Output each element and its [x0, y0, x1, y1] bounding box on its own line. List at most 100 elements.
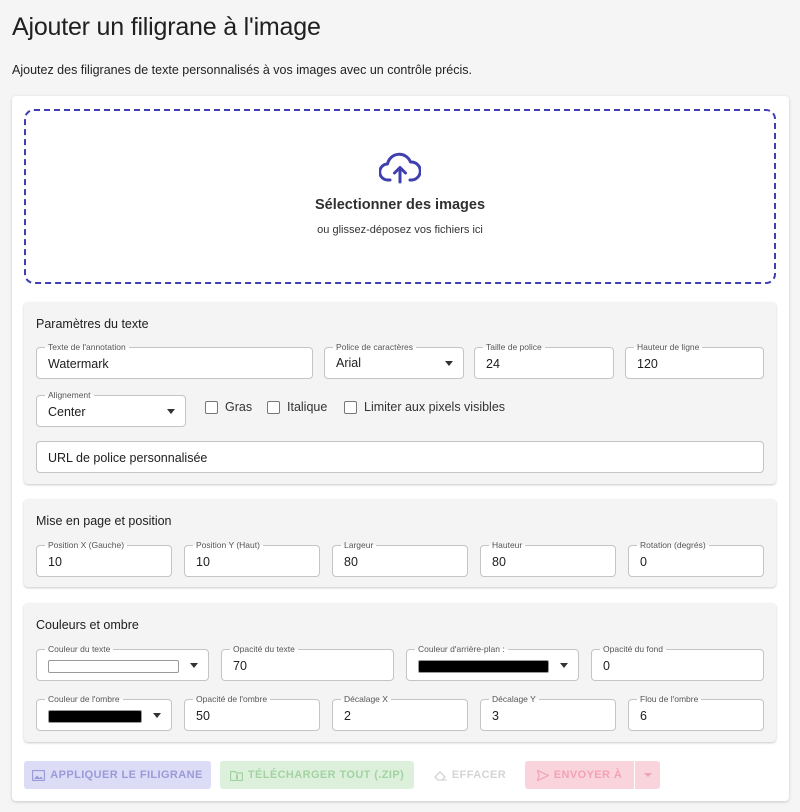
- limit-visible-pixels-checkbox[interactable]: Limiter aux pixels visibles: [344, 400, 505, 414]
- field-value: 70: [233, 659, 247, 673]
- send-to-dropdown-button[interactable]: [635, 761, 660, 789]
- dropdown-arrow-icon: [560, 663, 568, 668]
- text-opacity-input[interactable]: Opacité du texte 70: [221, 644, 394, 681]
- send-to-button[interactable]: ENVOYER À: [525, 761, 634, 789]
- position-x-input[interactable]: Position X (Gauche) 10: [36, 540, 172, 577]
- line-height-input[interactable]: Hauteur de ligne 120: [625, 342, 764, 379]
- field-label: Opacité du texte: [230, 644, 298, 654]
- field-label: Texte de l'annotation: [45, 342, 129, 352]
- colors-section: Couleurs et ombre Couleur du texte Opaci…: [24, 603, 776, 742]
- page-subtitle: Ajoutez des filigranes de texte personna…: [12, 63, 472, 77]
- button-label: APPLIQUER LE FILIGRANE: [50, 769, 203, 781]
- field-value: 3: [492, 709, 499, 723]
- button-label: TÉLÉCHARGER TOUT (.ZIP): [247, 769, 405, 781]
- checkbox-label: Limiter aux pixels visibles: [364, 400, 506, 414]
- font-size-input[interactable]: Taille de police 24: [474, 342, 614, 379]
- section-title-text-params: Paramètres du texte: [36, 317, 149, 331]
- page-title: Ajouter un filigrane à l'image: [12, 13, 321, 41]
- field-label: Rotation (degrés): [637, 540, 709, 550]
- field-value: 50: [196, 709, 210, 723]
- dropdown-arrow-icon: [445, 361, 453, 366]
- checkbox-label: Italique: [287, 400, 328, 414]
- field-label: Décalage X: [341, 694, 391, 704]
- field-label: Hauteur: [489, 540, 526, 550]
- text-params-section: Paramètres du texte Texte de l'annotatio…: [24, 302, 776, 484]
- send-icon: [536, 769, 549, 781]
- field-label: Flou de l'ombre: [637, 694, 702, 704]
- image-icon: [32, 769, 46, 781]
- chevron-down-icon: [643, 773, 652, 777]
- download-all-zip-button[interactable]: TÉLÉCHARGER TOUT (.ZIP): [220, 761, 414, 789]
- field-value: 80: [492, 555, 506, 569]
- text-color-picker[interactable]: Couleur du texte: [36, 644, 209, 681]
- shadow-opacity-input[interactable]: Opacité de l'ombre 50: [184, 694, 320, 731]
- background-color-swatch: [418, 660, 549, 673]
- field-value: 10: [196, 555, 210, 569]
- dropdown-arrow-icon: [190, 663, 198, 668]
- field-label: Couleur de l'ombre: [45, 694, 123, 704]
- field-label: Couleur d'arrière-plan :: [415, 644, 508, 654]
- field-label: Opacité de l'ombre: [193, 694, 271, 704]
- dropdown-arrow-icon: [153, 713, 161, 718]
- field-label: Opacité du fond: [600, 644, 667, 654]
- checkbox-box[interactable]: [344, 400, 357, 414]
- shadow-color-picker[interactable]: Couleur de l'ombre: [36, 694, 172, 731]
- background-color-picker[interactable]: Couleur d'arrière-plan :: [406, 644, 579, 681]
- field-value: Arial: [336, 356, 362, 370]
- field-value: 0: [640, 555, 647, 569]
- field-value: Center: [48, 405, 86, 419]
- field-label: Police de caractères: [333, 342, 417, 352]
- position-y-input[interactable]: Position Y (Haut) 10: [184, 540, 320, 577]
- field-label: Position Y (Haut): [193, 540, 263, 550]
- field-label: Alignement: [45, 390, 94, 400]
- dropdown-arrow-icon: [167, 409, 175, 414]
- bold-checkbox[interactable]: Gras: [205, 400, 252, 414]
- field-value: Watermark: [48, 357, 109, 371]
- section-title-layout: Mise en page et position: [36, 514, 172, 528]
- italic-checkbox[interactable]: Italique: [267, 400, 327, 414]
- field-label: Hauteur de ligne: [634, 342, 703, 352]
- checkbox-box[interactable]: [205, 400, 218, 414]
- annotation-text-input[interactable]: Texte de l'annotation Watermark: [36, 342, 313, 379]
- offset-x-input[interactable]: Décalage X 2: [332, 694, 468, 731]
- offset-y-input[interactable]: Décalage Y 3: [480, 694, 616, 731]
- dropzone-title: Sélectionner des images: [314, 197, 486, 213]
- field-label: Taille de police: [483, 342, 545, 352]
- field-value: 120: [637, 357, 658, 371]
- clear-button[interactable]: EFFACER: [424, 761, 516, 789]
- field-label: Largeur: [341, 540, 377, 550]
- field-value: 6: [640, 709, 647, 723]
- rotation-input[interactable]: Rotation (degrés) 0: [628, 540, 764, 577]
- font-select[interactable]: Police de caractères Arial: [324, 342, 464, 379]
- eraser-icon: [434, 770, 447, 781]
- apply-watermark-button[interactable]: APPLIQUER LE FILIGRANE: [24, 761, 211, 789]
- field-label: Décalage Y: [489, 694, 539, 704]
- cloud-upload-icon: [379, 152, 421, 184]
- checkbox-label: Gras: [225, 400, 253, 414]
- field-placeholder: URL de police personnalisée: [48, 451, 208, 465]
- layout-section: Mise en page et position Position X (Gau…: [24, 499, 776, 587]
- field-label: Couleur du texte: [45, 644, 114, 654]
- alignment-select[interactable]: Alignement Center: [36, 390, 186, 427]
- custom-font-url-input[interactable]: URL de police personnalisée: [36, 441, 764, 473]
- checkbox-box[interactable]: [267, 400, 280, 414]
- image-dropzone[interactable]: Sélectionner des images ou glissez-dépos…: [24, 109, 776, 284]
- button-label: EFFACER: [451, 769, 507, 781]
- field-value: 0: [603, 659, 610, 673]
- shadow-color-swatch: [48, 710, 142, 723]
- width-input[interactable]: Largeur 80: [332, 540, 468, 577]
- main-card: Sélectionner des images ou glissez-dépos…: [12, 96, 789, 801]
- background-opacity-input[interactable]: Opacité du fond 0: [591, 644, 764, 681]
- field-value: 24: [486, 357, 500, 371]
- field-value: 10: [48, 555, 62, 569]
- button-label: ENVOYER À: [553, 769, 623, 781]
- folder-zip-icon: [229, 770, 243, 781]
- field-value: 2: [344, 709, 351, 723]
- section-title-colors: Couleurs et ombre: [36, 618, 139, 632]
- shadow-blur-input[interactable]: Flou de l'ombre 6: [628, 694, 764, 731]
- field-label: Position X (Gauche): [45, 540, 128, 550]
- height-input[interactable]: Hauteur 80: [480, 540, 616, 577]
- field-value: 80: [344, 555, 358, 569]
- text-color-swatch: [48, 660, 179, 673]
- dropzone-subtitle: ou glissez-déposez vos fichiers ici: [317, 224, 483, 236]
